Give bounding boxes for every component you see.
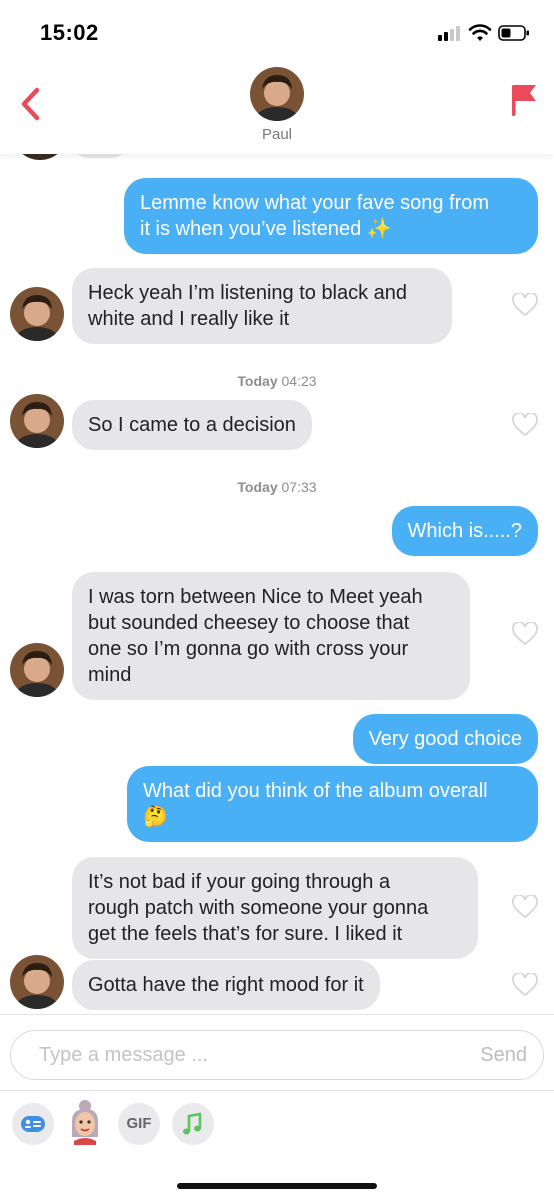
message-line: 🤔: [143, 806, 168, 828]
message-line: one so I’m gonna go with cross your: [88, 638, 409, 660]
sticker-icon: [21, 1116, 45, 1132]
message-bubble-outgoing[interactable]: Lemme know what your fave song from it i…: [124, 178, 538, 254]
message-line: get the feels that’s for sure. I liked i…: [88, 923, 403, 945]
avatar[interactable]: [10, 955, 64, 1009]
message-input[interactable]: Type a message ... Send: [10, 1030, 544, 1080]
message-bubble-outgoing[interactable]: Which is.....?: [391, 506, 538, 556]
message-bubble-incoming[interactable]: I was torn between Nice to Meet yeah but…: [72, 572, 470, 700]
media-toolbar: GIF: [0, 1090, 554, 1160]
heart-icon[interactable]: [512, 895, 538, 919]
message-list[interactable]: Lemme know what your fave song from it i…: [0, 154, 554, 1014]
message-bubble-incoming[interactable]: So I came to a decision: [72, 400, 312, 450]
status-bar: 15:02: [0, 0, 554, 62]
contact-avatar[interactable]: [250, 67, 304, 121]
flag-icon[interactable]: [510, 82, 538, 118]
avatar[interactable]: [10, 394, 64, 448]
heart-icon[interactable]: [512, 293, 538, 317]
music-note-icon: [183, 1112, 202, 1135]
message-line: Heck yeah I’m listening to black and: [88, 282, 408, 304]
message-line: it is when you’ve listened ✨: [140, 218, 392, 240]
sticker-button[interactable]: [12, 1103, 54, 1145]
message-line: It’s not bad if your going through a: [88, 871, 391, 893]
message-bubble-outgoing[interactable]: What did you think of the album overall …: [127, 766, 538, 842]
chat-header: Paul: [0, 62, 554, 154]
timestamp-divider: Today 04:23: [237, 373, 317, 389]
gif-button[interactable]: GIF: [118, 1103, 160, 1145]
message-bubble-incoming[interactable]: Heck yeah I’m listening to black and whi…: [72, 268, 452, 344]
gif-icon: GIF: [126, 1115, 152, 1132]
message-bubble-incoming[interactable]: It’s not bad if your going through a rou…: [72, 857, 478, 959]
home-indicator[interactable]: [177, 1183, 377, 1189]
message-bubble-partial: [72, 154, 128, 158]
message-line: Which is.....?: [407, 520, 522, 542]
timestamp-divider: Today 07:33: [237, 479, 317, 495]
composer: Type a message ... Send: [0, 1014, 554, 1090]
battery-icon: [498, 25, 529, 41]
message-input-placeholder: Type a message ...: [39, 1044, 208, 1066]
wifi-icon: [468, 24, 492, 41]
message-line: Very good choice: [368, 728, 522, 750]
message-bubble-incoming[interactable]: Gotta have the right mood for it: [72, 960, 380, 1010]
heart-icon[interactable]: [512, 622, 538, 646]
message-line: Lemme know what your fave song from: [140, 192, 490, 214]
back-chevron-icon[interactable]: [16, 84, 46, 124]
message-line: What did you think of the album overall: [143, 780, 488, 802]
message-line: rough patch with someone your gonna: [88, 897, 429, 919]
message-line: I was torn between Nice to Meet yeah: [88, 586, 423, 608]
message-line: white and I really like it: [88, 308, 290, 330]
music-button[interactable]: [172, 1103, 214, 1145]
contact-name: Paul: [261, 126, 293, 143]
bitmoji-icon: [72, 1100, 98, 1145]
send-button[interactable]: Send: [480, 1044, 527, 1067]
avatar: [14, 154, 66, 160]
message-line: but sounded cheesey to choose that: [88, 612, 410, 634]
avatar[interactable]: [10, 287, 64, 341]
heart-icon[interactable]: [512, 413, 538, 437]
cellular-signal-icon: [438, 25, 464, 41]
bitmoji-button[interactable]: [64, 1100, 106, 1145]
message-line: Gotta have the right mood for it: [88, 974, 364, 996]
message-bubble-outgoing[interactable]: Very good choice: [352, 714, 538, 764]
heart-icon[interactable]: [512, 973, 538, 997]
status-time: 15:02: [40, 20, 99, 45]
message-line: mind: [88, 664, 132, 686]
message-line: So I came to a decision: [88, 414, 296, 436]
avatar[interactable]: [10, 643, 64, 697]
